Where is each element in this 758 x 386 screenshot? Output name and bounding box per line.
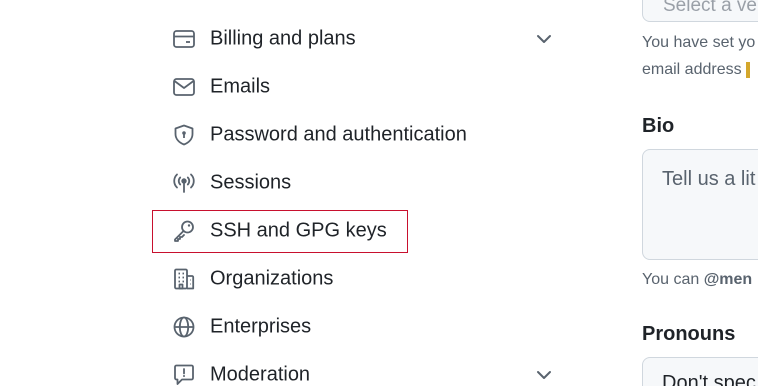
email-hint-line-1: You have set yo: [642, 34, 756, 51]
chevron-down-icon[interactable]: [532, 27, 556, 51]
email-hint-line-2: email address: [642, 61, 751, 79]
sidebar-item-label: Emails: [210, 75, 271, 98]
public-email-select[interactable]: Select a ve: [642, 0, 758, 22]
sidebar-item-label: Enterprises: [210, 315, 312, 338]
shield-lock-icon: [172, 124, 196, 146]
bio-hint: You can @men: [642, 271, 753, 288]
mail-icon: [172, 76, 196, 98]
sidebar-item-label: Billing and plans: [210, 27, 356, 50]
sidebar-item-password[interactable]: Password and authentication: [160, 111, 570, 159]
sidebar-item-sessions[interactable]: Sessions: [160, 159, 570, 207]
sidebar-item-label: Moderation: [210, 363, 311, 386]
sidebar-item-label: Organizations: [210, 267, 334, 290]
sidebar-item-enterprises[interactable]: Enterprises: [160, 303, 570, 351]
organization-icon: [172, 268, 196, 290]
settings-page: Billing and plans Emails Password and au…: [0, 0, 758, 386]
profile-form: Select a ve You have set yo email addres…: [642, 0, 758, 386]
sidebar-item-ssh-gpg-keys[interactable]: SSH and GPG keys: [160, 207, 570, 255]
sidebar-item-organizations[interactable]: Organizations: [160, 255, 570, 303]
sidebar-item-moderation[interactable]: Moderation: [160, 351, 570, 386]
globe-icon: [172, 316, 196, 338]
broadcast-icon: [172, 172, 196, 194]
key-icon: [172, 220, 196, 242]
sidebar-item-billing[interactable]: Billing and plans: [160, 15, 570, 63]
settings-sidebar: Billing and plans Emails Password and au…: [0, 0, 600, 386]
credit-card-icon: [172, 28, 196, 50]
sidebar-item-label: Password and authentication: [210, 123, 467, 146]
bio-textarea[interactable]: Tell us a lit: [642, 149, 758, 260]
chevron-down-icon[interactable]: [532, 363, 556, 386]
sidebar-item-label: SSH and GPG keys: [210, 219, 387, 242]
sidebar-item-label: Sessions: [210, 171, 292, 194]
pronouns-label: Pronouns: [642, 323, 736, 345]
pronouns-select[interactable]: Don't spec: [642, 357, 758, 386]
sidebar-item-emails[interactable]: Emails: [160, 63, 570, 111]
bio-label: Bio: [642, 115, 675, 137]
report-icon: [172, 364, 196, 386]
